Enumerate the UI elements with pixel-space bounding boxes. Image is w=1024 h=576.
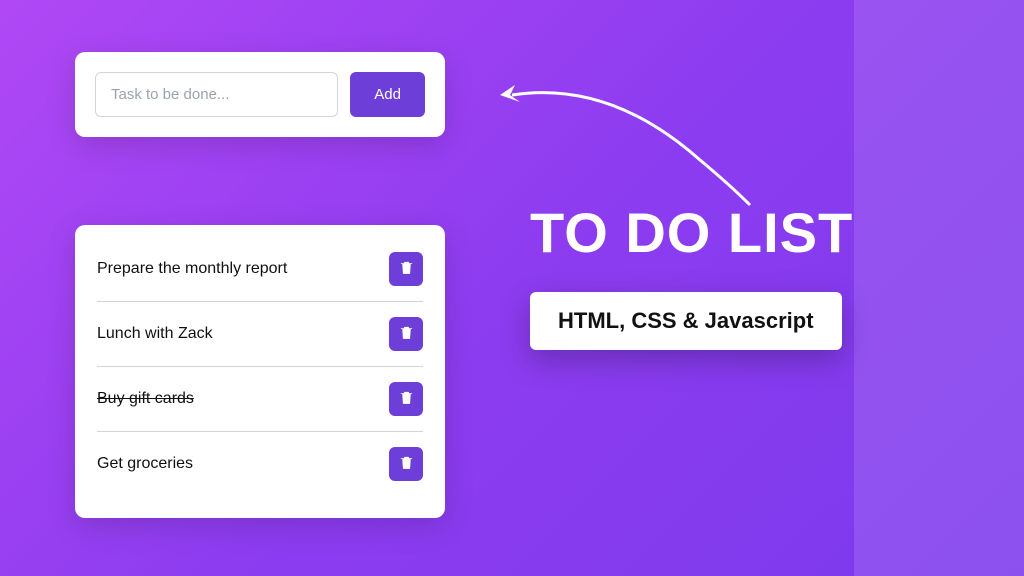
hero-subtitle: HTML, CSS & Javascript xyxy=(558,308,814,334)
hero-title: TO DO LIST xyxy=(530,200,853,265)
task-row: Buy gift cards xyxy=(97,367,423,432)
task-text[interactable]: Prepare the monthly report xyxy=(97,260,287,278)
task-text[interactable]: Lunch with Zack xyxy=(97,325,213,343)
task-text[interactable]: Buy gift cards xyxy=(97,390,194,408)
trash-icon xyxy=(398,324,415,344)
delete-button[interactable] xyxy=(389,317,423,351)
delete-button[interactable] xyxy=(389,382,423,416)
delete-button[interactable] xyxy=(389,447,423,481)
task-list-card: Prepare the monthly report Lunch with Za… xyxy=(75,225,445,518)
input-card: Add xyxy=(75,52,445,137)
task-row: Get groceries xyxy=(97,432,423,496)
task-text[interactable]: Get groceries xyxy=(97,455,193,473)
trash-icon xyxy=(398,259,415,279)
task-row: Prepare the monthly report xyxy=(97,237,423,302)
trash-icon xyxy=(398,389,415,409)
hero-subtitle-box: HTML, CSS & Javascript xyxy=(530,292,842,350)
task-row: Lunch with Zack xyxy=(97,302,423,367)
delete-button[interactable] xyxy=(389,252,423,286)
arrow-icon xyxy=(480,70,780,210)
trash-icon xyxy=(398,454,415,474)
add-button[interactable]: Add xyxy=(350,72,425,117)
right-accent-panel xyxy=(854,0,1024,576)
task-input[interactable] xyxy=(95,72,338,117)
